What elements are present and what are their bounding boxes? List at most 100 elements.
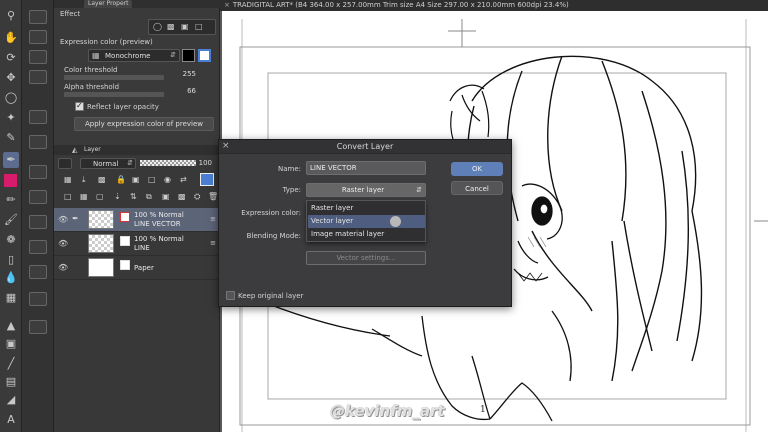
effect-expression-icon[interactable]: □ xyxy=(195,22,203,31)
fill-icon[interactable]: ▲ xyxy=(3,318,19,334)
gradient-icon[interactable]: ▣ xyxy=(3,336,19,352)
sub-tool-icon[interactable] xyxy=(29,135,47,149)
sub-tool-icon[interactable] xyxy=(29,190,47,204)
reference-icon[interactable]: ▩ xyxy=(98,175,106,184)
sub-tool-icon[interactable] xyxy=(29,265,47,279)
airbrush-icon[interactable]: ❁ xyxy=(3,232,19,248)
sub-tool-icon[interactable] xyxy=(29,110,47,124)
app-window: ⚲ ✋ ⟳ ✥ ◯ ✦ ✎ ✒ ✏ 🖌 ❁ ▯ 💧 ▦ ▲ ▣ ╱ ▤ ◢ A xyxy=(0,0,768,432)
auto-select-icon[interactable]: ✦ xyxy=(3,110,19,126)
grid-icon[interactable]: ▦ xyxy=(3,290,19,306)
lock-icon[interactable]: 🔒 xyxy=(116,175,126,184)
document-tab[interactable]: × TRADIGITAL ART* (B4 364.00 x 257.00mm T… xyxy=(220,0,768,11)
close-icon[interactable]: × xyxy=(224,1,230,9)
layer-row-paper[interactable]: 👁 Paper xyxy=(54,256,220,280)
sub-tool-icon[interactable] xyxy=(29,240,47,254)
sub-tool-icon[interactable] xyxy=(29,70,47,84)
new-vector-layer-icon[interactable]: ▦ xyxy=(80,192,88,201)
chevron-updown-icon: ⇵ xyxy=(170,51,176,59)
effect-border-icon[interactable]: ◯ xyxy=(153,22,162,31)
layer-row-line-vector[interactable]: 👁 ✒ 100 % Normal LINE VECTOR ≡ xyxy=(54,208,220,232)
tab-layer-property[interactable]: Layer Propert xyxy=(84,0,133,8)
pencil-icon[interactable]: ✏ xyxy=(3,192,19,208)
vector-settings-button[interactable]: Vector settings... xyxy=(306,251,426,265)
eyedropper-icon[interactable]: ✎ xyxy=(3,130,19,146)
sub-tool-icon[interactable] xyxy=(29,292,47,306)
settings-icon[interactable]: ⛭ xyxy=(194,192,200,202)
keep-original-checkbox[interactable] xyxy=(226,291,235,300)
layer-tab-bar: ◭ Layer xyxy=(54,145,220,155)
figure-icon[interactable]: ╱ xyxy=(3,356,19,372)
rotate-icon[interactable]: ⟳ xyxy=(3,50,19,66)
apply-expression-color-button[interactable]: Apply expression color of preview xyxy=(74,117,214,131)
color-threshold-label: Color threshold xyxy=(64,66,118,74)
mask-add-icon[interactable]: ▣ xyxy=(162,192,170,201)
eye-icon[interactable]: 👁 xyxy=(58,215,68,224)
main-color-black-swatch[interactable] xyxy=(182,49,195,62)
opacity-slider[interactable] xyxy=(140,160,196,166)
sub-tool-icon[interactable] xyxy=(29,320,47,334)
type-select[interactable]: Raster layer ⇵ xyxy=(306,183,426,197)
color-threshold-slider[interactable] xyxy=(64,75,164,80)
eraser-icon[interactable]: ▯ xyxy=(3,252,19,268)
ruler-link-icon[interactable]: ⇄ xyxy=(180,175,187,184)
mask-icon[interactable]: □ xyxy=(148,175,156,184)
color-threshold-value[interactable]: 255 xyxy=(172,70,196,78)
option-raster-layer[interactable]: Raster layer xyxy=(308,202,425,215)
delete-layer-icon[interactable]: 🗑 xyxy=(208,192,218,201)
ok-button[interactable]: OK xyxy=(451,162,503,176)
pen-icon[interactable]: ✒ xyxy=(3,152,19,168)
merge-down-icon[interactable]: ⇣ xyxy=(114,192,121,201)
blend-mode-value: Normal xyxy=(93,160,119,168)
tab-layer[interactable]: Layer xyxy=(84,146,101,153)
type-label: Type: xyxy=(282,186,301,194)
alpha-threshold-slider[interactable] xyxy=(64,92,164,97)
hand-icon[interactable]: ✋ xyxy=(3,30,19,46)
clip-icon[interactable]: ⤓ xyxy=(82,175,86,185)
expression-color-select[interactable]: ▦ Monochrome ⇵ xyxy=(88,49,180,62)
sub-color-white-swatch[interactable] xyxy=(198,49,211,62)
reflect-opacity-checkbox[interactable]: ✓ xyxy=(75,101,84,111)
main-color-swatch[interactable] xyxy=(4,174,17,187)
brush-icon[interactable]: 🖌 xyxy=(3,212,19,228)
palette-color-icon[interactable]: ◉ xyxy=(164,175,171,184)
alpha-threshold-value[interactable]: 66 xyxy=(172,87,196,95)
layer-color-icon[interactable] xyxy=(200,173,214,186)
option-image-material-layer[interactable]: Image material layer xyxy=(308,228,425,241)
frame-icon[interactable]: ▤ xyxy=(3,374,19,390)
sub-tool-icon[interactable] xyxy=(29,10,47,24)
sub-tool-icon[interactable] xyxy=(29,50,47,64)
drag-handle-icon[interactable]: ≡ xyxy=(210,215,216,223)
new-folder-icon[interactable]: ▢ xyxy=(96,192,104,201)
blend-icon[interactable]: 💧 xyxy=(3,270,19,286)
ruler-icon[interactable]: ◢ xyxy=(3,392,19,408)
vector-layer-icon xyxy=(120,212,130,222)
transfer-icon[interactable]: ⇅ xyxy=(130,192,137,201)
eye-icon[interactable]: 👁 xyxy=(58,263,68,272)
blend-mode-select[interactable]: Normal ⇵ xyxy=(80,158,136,169)
draft-icon[interactable]: ▣ xyxy=(132,175,140,184)
text-icon[interactable]: A xyxy=(3,412,19,428)
effect-tone-icon[interactable]: ▩ xyxy=(167,22,175,31)
apply-mask-icon[interactable]: ▩ xyxy=(178,192,186,201)
new-raster-layer-icon[interactable]: □ xyxy=(64,192,72,201)
lasso-icon[interactable]: ◯ xyxy=(3,90,19,106)
option-vector-layer[interactable]: Vector layer xyxy=(308,215,425,228)
duplicate-icon[interactable]: ⧉ xyxy=(146,192,152,202)
sub-tool-icon[interactable] xyxy=(29,30,47,44)
raster-layer-icon xyxy=(120,236,130,246)
sub-tool-icon[interactable] xyxy=(29,165,47,179)
layer-color-toggle[interactable] xyxy=(58,158,72,169)
name-input[interactable]: LINE VECTOR xyxy=(306,161,426,175)
eye-icon[interactable]: 👁 xyxy=(58,239,68,248)
effect-color-icon[interactable]: ▣ xyxy=(181,22,189,31)
zoom-icon[interactable]: ⚲ xyxy=(3,8,19,24)
move-icon[interactable]: ✥ xyxy=(3,70,19,86)
cancel-button[interactable]: Cancel xyxy=(451,181,503,195)
effect-buttons-group: ◯ ▩ ▣ □ xyxy=(148,19,216,35)
sub-tool-icon[interactable] xyxy=(29,215,47,229)
lock-transparency-icon[interactable]: ▦ xyxy=(64,175,72,184)
opacity-value[interactable]: 100 xyxy=(194,159,212,167)
drag-handle-icon[interactable]: ≡ xyxy=(210,239,216,247)
layer-row-line[interactable]: 👁 100 % Normal LINE ≡ xyxy=(54,232,220,256)
